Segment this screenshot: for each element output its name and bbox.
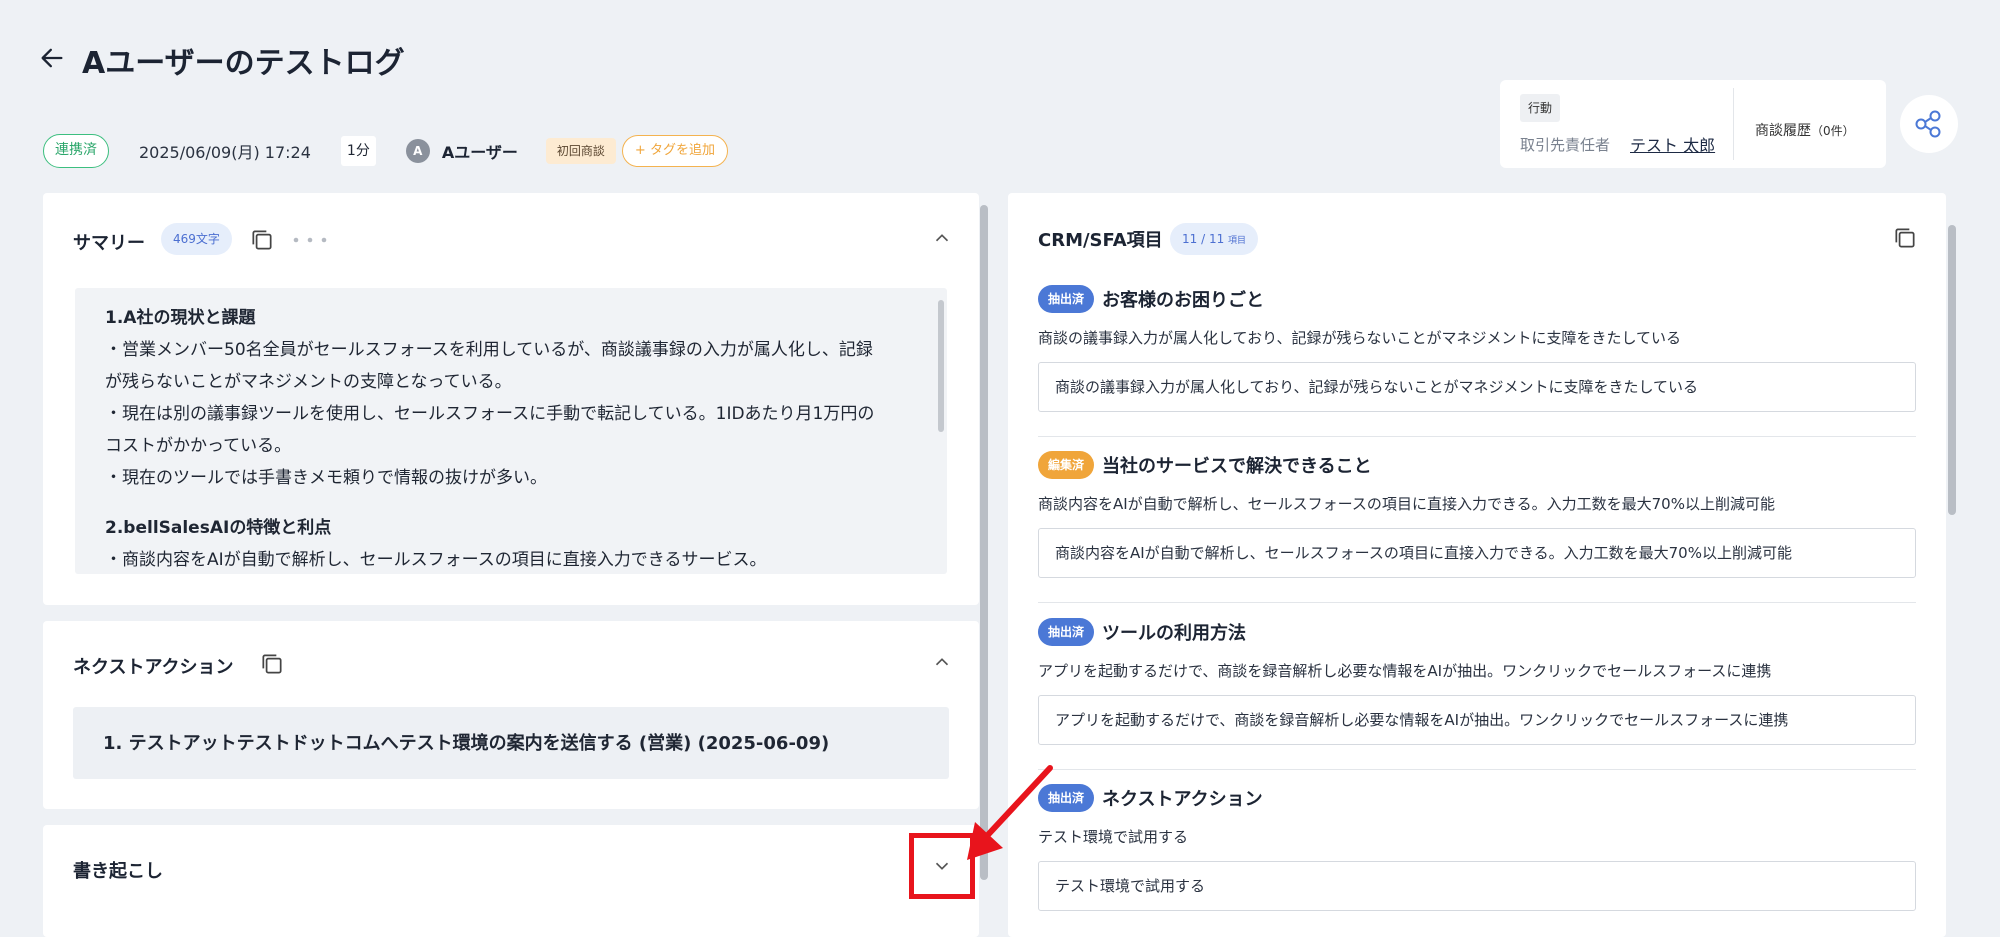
next-action-card: ネクストアクション 1. テストアットテストドットコムへテスト環境の案内を送信す… bbox=[43, 621, 979, 809]
related-info-box: 行動 取引先責任者 テスト 太郎 商談履歴（0件） bbox=[1500, 80, 1886, 168]
summary-line: が残らないことがマネジメントの支障となっている。 bbox=[105, 372, 512, 392]
summary-line: ・営業メンバー50名全員がセールスフォースを利用しているが、商談議事録の入力が属… bbox=[105, 340, 873, 360]
summary-line: 1.A社の現状と課題 bbox=[105, 308, 256, 328]
crm-count-value: 11 / 11 bbox=[1182, 232, 1225, 246]
section-description: アプリを起動するだけで、商談を録音解析し必要な情報をAIが抽出。ワンクリックでセ… bbox=[1038, 662, 1772, 680]
page-title: Aユーザーのテストログ bbox=[82, 46, 405, 81]
extracted-badge: 抽出済 bbox=[1038, 618, 1095, 646]
history-count: （0件） bbox=[1811, 124, 1855, 138]
copy-icon[interactable] bbox=[249, 227, 275, 253]
crm-sfa-card: CRM/SFA項目 11 / 11 項目 抽出済 お客様のお困りごと 商談の議事録… bbox=[1008, 193, 1946, 937]
meeting-datetime: 2025/06/09(月) 17:24 bbox=[139, 143, 311, 162]
chevron-up-icon[interactable] bbox=[931, 651, 953, 673]
summary-line: 2.bellSalesAIの特徴と利点 bbox=[105, 518, 332, 538]
section-divider bbox=[1038, 602, 1916, 603]
avatar: A bbox=[405, 139, 430, 163]
owner-name-link[interactable]: テスト 太郎 bbox=[1630, 132, 1715, 156]
share-button[interactable] bbox=[1900, 95, 1958, 153]
tag-first-meeting[interactable]: 初回商談 bbox=[545, 138, 616, 164]
summary-title: サマリー bbox=[73, 233, 145, 254]
section-heading: 当社のサービスで解決できること bbox=[1102, 456, 1372, 477]
section-value-field[interactable]: テスト環境で試用する bbox=[1038, 861, 1916, 911]
chevron-up-icon[interactable] bbox=[931, 227, 953, 249]
section-value-field[interactable]: アプリを起動するだけで、商談を録音解析し必要な情報をAIが抽出。ワンクリックでセ… bbox=[1038, 695, 1916, 745]
summary-spacer bbox=[105, 494, 895, 512]
summary-line: ・現在は別の議事録ツールを使用し、セールスフォースに手動で転記している。1IDあ… bbox=[105, 404, 875, 424]
crm-title: CRM/SFA項目 bbox=[1038, 230, 1163, 251]
summary-char-count: 469文字 bbox=[161, 223, 232, 255]
next-action-title: ネクストアクション bbox=[73, 657, 234, 678]
section-description: テスト環境で試用する bbox=[1038, 828, 1189, 846]
summary-line: ・現在のツールでは手書きメモ頼りで情報の抜けが多い。 bbox=[105, 468, 547, 488]
plus-icon: + bbox=[634, 143, 650, 158]
crm-section-customer-problem: 抽出済 お客様のお困りごと 商談の議事録入力が属人化しており、記録が残らないことが… bbox=[1038, 285, 1916, 437]
section-divider bbox=[1038, 436, 1916, 437]
section-description: 商談内容をAIが自動で解析し、セールスフォースの項目に直接入力できる。入力工数を… bbox=[1038, 495, 1775, 513]
meta-row: 連携済 2025/06/09(月) 17:24 1分 A Aユーザー 初回商談 … bbox=[43, 134, 728, 168]
section-divider bbox=[1038, 769, 1916, 770]
section-value-field[interactable]: 商談内容をAIが自動で解析し、セールスフォースの項目に直接入力できる。入力工数を… bbox=[1038, 528, 1916, 578]
user-name: Aユーザー bbox=[441, 143, 518, 162]
crm-count-unit: 項目 bbox=[1228, 236, 1247, 246]
extracted-badge: 抽出済 bbox=[1038, 285, 1095, 313]
share-icon bbox=[1915, 110, 1941, 138]
crm-section-next-action: 抽出済 ネクストアクション テスト環境で試用する テスト環境で試用する bbox=[1038, 784, 1916, 911]
action-label: 行動 bbox=[1520, 94, 1561, 122]
annotation-arrow-icon bbox=[967, 765, 1053, 860]
history-label: 商談履歴 bbox=[1755, 123, 1811, 139]
info-divider bbox=[1733, 88, 1734, 160]
meeting-history-link[interactable]: 商談履歴（0件） bbox=[1755, 120, 1855, 140]
section-heading: お客様のお困りごと bbox=[1102, 290, 1265, 311]
next-action-list: 1. テストアットテストドットコムへテスト環境の案内を送信する (営業) (20… bbox=[73, 707, 949, 779]
summary-text: 1.A社の現状と課題 ・営業メンバー50名全員がセールスフォースを利用しているが… bbox=[75, 288, 947, 574]
more-dots-icon[interactable] bbox=[291, 233, 331, 247]
crm-section-our-solution: 編集済 当社のサービスで解決できること 商談内容をAIが自動で解析し、セールスフォ… bbox=[1038, 451, 1916, 603]
crm-section-tool-usage: 抽出済 ツールの利用方法 アプリを起動するだけで、商談を録音解析し必要な情報をAI… bbox=[1038, 618, 1916, 770]
transcript-title: 書き起こし bbox=[73, 861, 163, 882]
copy-icon[interactable] bbox=[259, 651, 285, 677]
edited-badge: 編集済 bbox=[1038, 451, 1095, 479]
meeting-duration: 1分 bbox=[340, 136, 376, 166]
copy-icon[interactable] bbox=[1892, 225, 1918, 251]
linked-status-badge: 連携済 bbox=[43, 134, 109, 168]
summary-scrollbar[interactable] bbox=[938, 300, 944, 432]
section-heading: ツールの利用方法 bbox=[1102, 623, 1247, 644]
summary-content[interactable]: 1.A社の現状と課題 ・営業メンバー50名全員がセールスフォースを利用しているが… bbox=[75, 288, 947, 574]
crm-item-count: 11 / 11 項目 bbox=[1170, 223, 1259, 255]
section-heading: ネクストアクション bbox=[1102, 789, 1263, 810]
next-action-item: 1. テストアットテストドットコムへテスト環境の案内を送信する (営業) (20… bbox=[103, 733, 830, 754]
summary-card: サマリー 469文字 1.A社の現状と課題 ・営業メンバー50名全員がセールスフ… bbox=[43, 193, 979, 605]
back-arrow-icon[interactable] bbox=[38, 44, 66, 72]
add-tag-label: タグを追加 bbox=[649, 143, 715, 158]
summary-line: コストがかかっている。 bbox=[105, 436, 292, 456]
summary-line: ・商談内容をAIが自動で解析し、セールスフォースの項目に直接入力できるサービス。 bbox=[105, 550, 767, 570]
right-panel-scrollbar[interactable] bbox=[1948, 225, 1956, 515]
owner-label: 取引先責任者 bbox=[1520, 136, 1611, 154]
add-tag-button[interactable]: + タグを追加 bbox=[621, 135, 728, 167]
section-value-field[interactable]: 商談の議事録入力が属人化しており、記録が残らないことがマネジメントに支障をきたし… bbox=[1038, 362, 1916, 412]
section-description: 商談の議事録入力が属人化しており、記録が残らないことがマネジメントに支障をきたし… bbox=[1038, 329, 1682, 347]
transcript-card: 書き起こし bbox=[43, 825, 979, 937]
